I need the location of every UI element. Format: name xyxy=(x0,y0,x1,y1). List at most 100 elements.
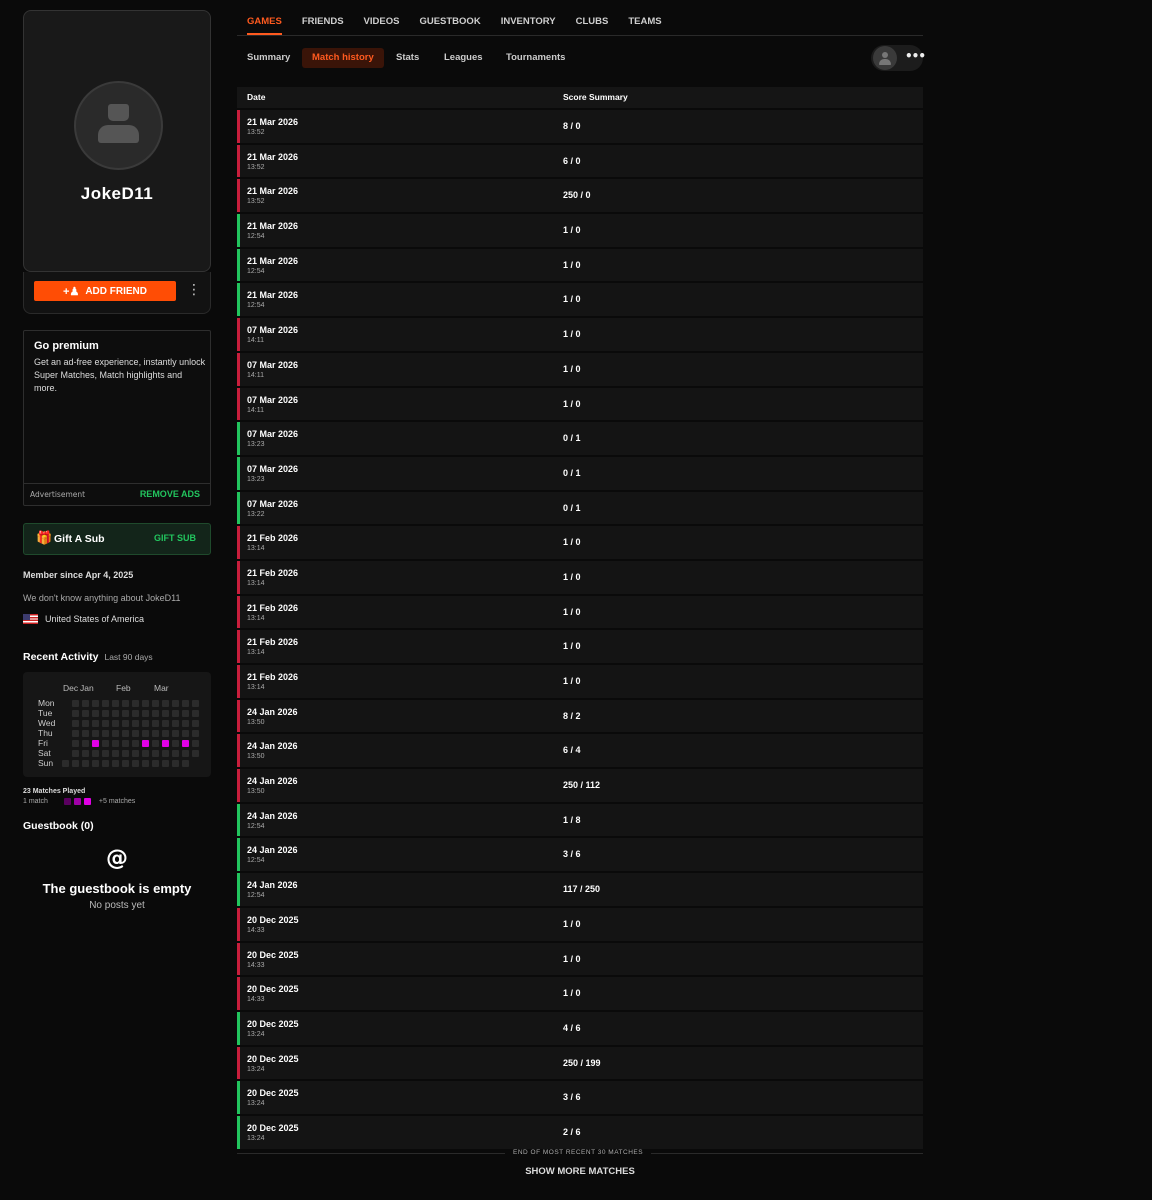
table-row[interactable]: 20 Dec 2025 14:33 1 / 0 xyxy=(237,907,923,941)
table-row[interactable]: 20 Dec 2025 13:24 250 / 199 xyxy=(237,1046,923,1080)
subtab-tournaments[interactable]: Tournaments xyxy=(506,48,565,68)
result-indicator xyxy=(237,907,240,941)
result-indicator xyxy=(237,595,240,629)
match-score: 1 / 0 xyxy=(563,953,581,964)
table-row[interactable]: 21 Mar 2026 13:52 8 / 0 xyxy=(237,110,923,143)
heatmap-cell xyxy=(82,710,89,717)
table-row[interactable]: 20 Dec 2025 13:24 2 / 6 xyxy=(237,1115,923,1149)
tab-inventory[interactable]: INVENTORY xyxy=(501,0,556,35)
heatmap-cell xyxy=(142,720,149,727)
heatmap-cell xyxy=(132,710,139,717)
tab-friends[interactable]: FRIENDS xyxy=(302,0,344,35)
match-time: 14:33 xyxy=(247,961,265,969)
tab-guestbook[interactable]: GUESTBOOK xyxy=(419,0,480,35)
table-row[interactable]: 20 Dec 2025 14:33 1 / 0 xyxy=(237,977,923,1010)
match-time: 13:52 xyxy=(247,129,265,136)
add-friend-label: ADD FRIEND xyxy=(85,285,147,297)
tab-clubs[interactable]: CLUBS xyxy=(576,0,609,35)
gift-icon: 🎁 xyxy=(36,531,53,546)
table-row[interactable]: 24 Jan 2026 13:50 250 / 112 xyxy=(237,769,923,802)
table-row[interactable]: 07 Mar 2026 14:11 1 / 0 xyxy=(237,387,923,421)
match-time: 13:14 xyxy=(247,649,265,657)
user-menu-chip[interactable]: ••• xyxy=(871,45,926,71)
table-row[interactable]: 24 Jan 2026 12:54 3 / 6 xyxy=(237,838,923,872)
match-time: 12:54 xyxy=(247,892,265,900)
tab-games[interactable]: GAMES xyxy=(247,0,282,35)
add-user-icon: +♟ xyxy=(63,285,80,298)
table-row[interactable]: 07 Mar 2026 13:22 0 / 1 xyxy=(237,491,923,525)
heatmap-cell xyxy=(182,720,189,727)
tab-teams[interactable]: TEAMS xyxy=(628,0,661,35)
heatmap-cell xyxy=(162,750,169,757)
match-score: 1 / 0 xyxy=(563,363,581,374)
match-date: 21 Feb 2026 xyxy=(247,637,299,648)
result-indicator xyxy=(237,283,240,317)
legend-low: 1 match xyxy=(23,798,48,805)
heatmap-cell xyxy=(152,760,159,767)
match-time: 14:11 xyxy=(247,371,264,379)
table-row[interactable]: 24 Jan 2026 12:54 1 / 8 xyxy=(237,803,923,837)
subtab-match-history[interactable]: Match history xyxy=(302,48,384,68)
table-row[interactable]: 21 Mar 2026 13:52 6 / 0 xyxy=(237,144,923,178)
heatmap-cell xyxy=(172,740,179,747)
table-row[interactable]: 20 Dec 2025 14:33 1 / 0 xyxy=(237,942,923,976)
result-indicator xyxy=(237,665,240,698)
table-row[interactable]: 24 Jan 2026 12:54 117 / 250 xyxy=(237,873,923,906)
show-more-matches-button[interactable]: SHOW MORE MATCHES xyxy=(237,1166,923,1177)
heatmap-cell xyxy=(102,740,109,747)
table-row[interactable]: 07 Mar 2026 13:23 0 / 1 xyxy=(237,422,923,455)
table-row[interactable]: 21 Feb 2026 13:14 1 / 0 xyxy=(237,665,923,698)
table-row[interactable]: 21 Feb 2026 13:14 1 / 0 xyxy=(237,560,923,594)
heatmap-cell xyxy=(142,710,149,717)
heatmap-month: Jan xyxy=(80,683,94,693)
result-indicator xyxy=(237,630,240,663)
match-date: 07 Mar 2026 xyxy=(247,463,299,474)
heatmap-cell xyxy=(162,700,169,707)
table-row[interactable]: 24 Jan 2026 13:50 8 / 2 xyxy=(237,699,923,733)
result-indicator xyxy=(237,1011,240,1045)
match-date: 24 Jan 2026 xyxy=(247,810,298,821)
match-date: 24 Jan 2026 xyxy=(247,741,298,752)
more-options-icon[interactable]: ⋮ xyxy=(187,283,201,297)
match-date: 21 Mar 2026 xyxy=(247,117,299,127)
match-time: 14:11 xyxy=(247,337,264,345)
match-date: 20 Dec 2025 xyxy=(247,1122,299,1133)
result-indicator xyxy=(237,491,240,525)
gift-sub-banner[interactable]: 🎁 Gift A Sub GIFT SUB xyxy=(23,523,211,555)
heatmap-cell xyxy=(112,750,119,757)
table-row[interactable]: 20 Dec 2025 13:24 3 / 6 xyxy=(237,1081,923,1114)
table-row[interactable]: 21 Mar 2026 12:54 1 / 0 xyxy=(237,283,923,317)
avatar[interactable] xyxy=(74,81,163,170)
match-time: 13:14 xyxy=(247,684,265,691)
table-row[interactable]: 21 Mar 2026 12:54 1 / 0 xyxy=(237,248,923,282)
result-indicator xyxy=(237,318,240,351)
table-row[interactable]: 21 Feb 2026 13:14 1 / 0 xyxy=(237,630,923,663)
heatmap-month: Mar xyxy=(154,683,169,693)
add-friend-button[interactable]: +♟ ADD FRIEND xyxy=(34,281,176,301)
match-score: 1 / 0 xyxy=(563,988,581,999)
heatmap-cell xyxy=(182,700,189,707)
table-row[interactable]: 20 Dec 2025 13:24 4 / 6 xyxy=(237,1011,923,1045)
table-row[interactable]: 07 Mar 2026 14:11 1 / 0 xyxy=(237,318,923,351)
gift-sub-button[interactable]: GIFT SUB xyxy=(154,533,196,543)
table-row[interactable]: 21 Feb 2026 13:14 1 / 0 xyxy=(237,595,923,629)
friend-bar: +♟ ADD FRIEND ⋮ xyxy=(23,272,211,314)
table-row[interactable]: 24 Jan 2026 13:50 6 / 4 xyxy=(237,734,923,768)
column-score-summary: Score Summary xyxy=(563,92,628,102)
table-row[interactable]: 07 Mar 2026 13:23 0 / 1 xyxy=(237,456,923,490)
table-row[interactable]: 21 Mar 2026 13:52 250 / 0 xyxy=(237,179,923,213)
heatmap-cell xyxy=(72,760,79,767)
subtab-summary[interactable]: Summary xyxy=(247,48,290,68)
remove-ads-link[interactable]: REMOVE ADS xyxy=(140,489,200,499)
table-row[interactable]: 21 Feb 2026 13:14 1 / 0 xyxy=(237,526,923,559)
match-score: 250 / 199 xyxy=(563,1057,601,1068)
subtab-leagues[interactable]: Leagues xyxy=(444,48,483,68)
tab-videos[interactable]: VIDEOS xyxy=(364,0,400,35)
heatmap-cell xyxy=(112,700,119,707)
table-row[interactable]: 21 Mar 2026 12:54 1 / 0 xyxy=(237,214,923,247)
table-header: Date Score Summary xyxy=(237,87,923,108)
table-row[interactable]: 07 Mar 2026 14:11 1 / 0 xyxy=(237,352,923,386)
subtab-stats[interactable]: Stats xyxy=(396,48,419,68)
result-indicator xyxy=(237,977,240,1010)
match-date: 07 Mar 2026 xyxy=(247,498,299,509)
